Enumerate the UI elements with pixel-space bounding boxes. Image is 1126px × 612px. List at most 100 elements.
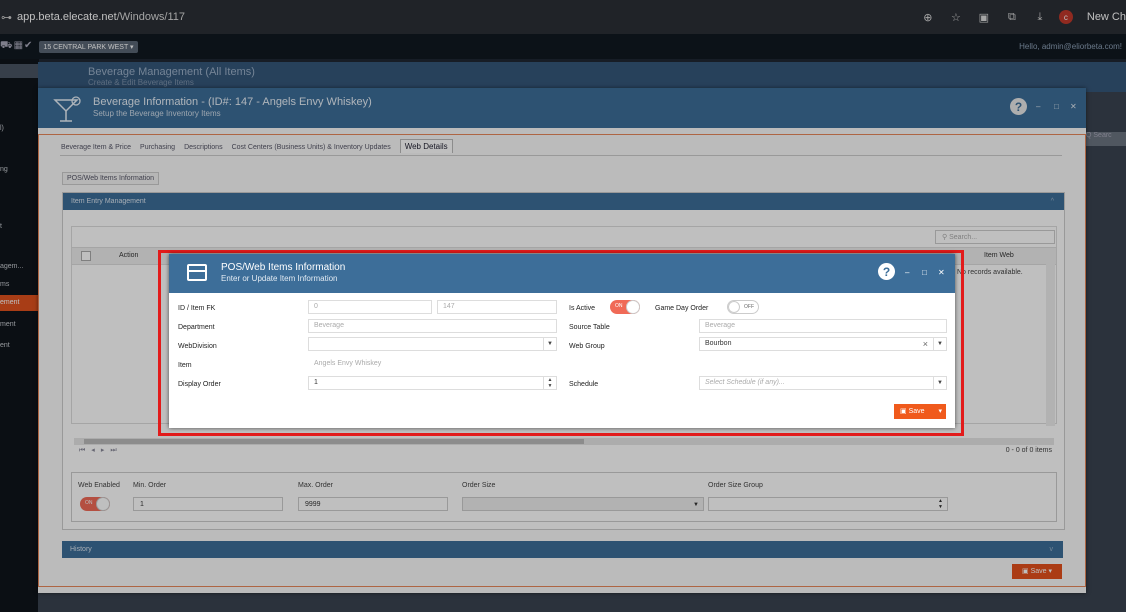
nav-item[interactable]: ent: [0, 342, 10, 349]
toggle-knob: [626, 300, 640, 314]
chevron-down-icon[interactable]: v: [1050, 541, 1054, 558]
schedule-select[interactable]: Select Schedule (if any)... ▼: [699, 376, 947, 390]
user-greeting: Hello, admin@eliorbeta.com!: [1019, 42, 1122, 51]
item-label: Item: [178, 362, 192, 369]
webdivision-select[interactable]: ▼: [308, 337, 557, 351]
zoom-icon[interactable]: ⊕: [917, 11, 939, 24]
tab-beverage-item-price[interactable]: Beverage Item & Price: [61, 142, 131, 153]
item-fk-input[interactable]: 147: [437, 300, 557, 314]
is-active-toggle[interactable]: ON: [610, 300, 640, 314]
toggle-text: ON: [85, 500, 93, 506]
display-order-input[interactable]: 1 ▲ ▼: [308, 376, 557, 390]
max-order-label: Max. Order: [298, 482, 334, 489]
web-enabled-toggle[interactable]: ON: [80, 497, 110, 511]
nav-selected-item[interactable]: [0, 64, 38, 78]
modal-title: POS/Web Items Information: [221, 262, 346, 273]
source-table-label: Source Table: [569, 324, 610, 331]
nav-item[interactable]: ms: [0, 281, 9, 288]
app-top-bar: ⛟▦✔ 15 CENTRAL PARK WEST ▾ Hello, admin@…: [0, 34, 1126, 59]
tab-divider: [60, 155, 1062, 156]
department-input[interactable]: Beverage: [308, 319, 557, 333]
close-icon[interactable]: ✕: [938, 268, 945, 277]
help-icon[interactable]: ?: [1010, 98, 1027, 115]
order-size-select[interactable]: ▼: [462, 497, 704, 511]
minimize-icon[interactable]: –: [905, 268, 909, 277]
column-item-web[interactable]: Item Web: [984, 252, 1014, 259]
min-order-input[interactable]: 1: [133, 497, 283, 511]
vertical-scrollbar[interactable]: [1046, 264, 1055, 426]
history-label: History: [70, 546, 92, 553]
chevron-up-icon[interactable]: ^: [1051, 193, 1054, 210]
column-action[interactable]: Action: [119, 252, 138, 259]
scroll-thumb[interactable]: [84, 439, 584, 444]
window-icon: [187, 264, 207, 281]
tab-purchasing[interactable]: Purchasing: [140, 142, 175, 153]
profile-avatar[interactable]: c: [1058, 10, 1073, 24]
background-window-subtitle: Create & Edit Beverage Items: [88, 78, 194, 87]
nav-item[interactable]: ement: [0, 299, 19, 306]
max-order-input[interactable]: 9999: [298, 497, 448, 511]
web-order-settings: Web Enabled ON Min. Order 1 Max. Order 9…: [71, 472, 1057, 522]
clear-icon[interactable]: ×: [923, 338, 928, 350]
chevron-down-icon[interactable]: ▼: [933, 377, 946, 389]
order-size-group-input[interactable]: ▲ ▼: [708, 497, 948, 511]
panel-header[interactable]: Item Entry Management ^: [63, 193, 1064, 210]
modal-save-button[interactable]: ▣ Save ▾: [894, 404, 946, 419]
maximize-icon[interactable]: □: [1054, 102, 1059, 111]
maximize-icon[interactable]: □: [922, 268, 927, 277]
address-bar[interactable]: app.beta.elecate.net/Windows/117: [17, 11, 185, 23]
cocktail-glass-icon: [53, 96, 81, 122]
history-panel-header[interactable]: History v: [62, 541, 1063, 558]
nav-item[interactable]: ng: [0, 166, 8, 173]
minimize-icon[interactable]: –: [1036, 102, 1040, 111]
min-order-label: Min. Order: [133, 482, 167, 489]
extension-icon[interactable]: ▣: [973, 11, 995, 24]
star-icon[interactable]: ☆: [945, 11, 967, 24]
location-label: 15 CENTRAL PARK WEST: [43, 43, 129, 51]
window-header: Beverage Information - (ID#: 147 - Angel…: [38, 88, 1086, 128]
save-label: Save: [908, 408, 925, 415]
department-label: Department: [178, 324, 215, 331]
save-dropdown-icon[interactable]: ▾: [938, 404, 942, 419]
window-save-button[interactable]: ▣ Save ▾: [1012, 564, 1062, 579]
pager-controls[interactable]: ⏮◂▸⏭: [79, 446, 123, 455]
save-button-label: ▣ Save: [900, 408, 925, 415]
spinner-icon[interactable]: ▲ ▼: [938, 498, 943, 510]
web-group-label: Web Group: [569, 343, 605, 350]
id-input[interactable]: 0: [308, 300, 432, 314]
schedule-placeholder: Select Schedule (if any)...: [705, 379, 785, 386]
close-icon[interactable]: ✕: [1070, 102, 1077, 111]
url-path: /Windows/117: [116, 11, 185, 23]
nav-item[interactable]: t: [0, 223, 2, 230]
nav-item[interactable]: agem...: [0, 263, 23, 270]
new-chrome-tab-label[interactable]: New Ch: [1087, 11, 1126, 23]
item-value: Angels Envy Whiskey: [308, 357, 947, 371]
tab-cost-centers[interactable]: Cost Centers (Business Units) & Inventor…: [232, 142, 391, 153]
location-selector[interactable]: 15 CENTRAL PARK WEST ▾: [39, 40, 138, 53]
puzzle-icon[interactable]: ⧉: [1001, 11, 1023, 24]
source-table-input[interactable]: Beverage: [699, 319, 947, 333]
chevron-down-icon[interactable]: ▼: [543, 338, 556, 350]
pos-web-items-modal: POS/Web Items Information Enter or Updat…: [169, 254, 955, 428]
subtab-pos-web-items[interactable]: POS/Web Items Information: [62, 172, 160, 185]
toolbar-icons[interactable]: ⛟▦✔: [0, 40, 33, 53]
window-subtitle: Setup the Beverage Inventory Items: [93, 109, 221, 118]
download-icon[interactable]: ⤓: [1029, 11, 1051, 24]
game-day-order-toggle[interactable]: OFF: [727, 300, 759, 314]
background-window-title: Beverage Management (All Items): [88, 66, 255, 78]
site-info-icon[interactable]: ⊶: [1, 11, 13, 24]
chevron-down-icon[interactable]: ▼: [933, 338, 946, 350]
web-group-select[interactable]: Bourbon × ▼: [699, 337, 947, 351]
nav-item[interactable]: ment: [0, 321, 16, 328]
spinner-icon[interactable]: ▲ ▼: [543, 377, 556, 389]
horizontal-scrollbar[interactable]: [74, 438, 1054, 445]
modal-header: POS/Web Items Information Enter or Updat…: [169, 254, 955, 293]
tab-web-details[interactable]: Web Details: [399, 139, 453, 153]
select-all-checkbox[interactable]: [81, 251, 91, 261]
help-icon[interactable]: ?: [878, 263, 895, 280]
grid-search-input[interactable]: ⚲ Search...: [935, 230, 1055, 244]
nav-item[interactable]: l): [0, 125, 4, 132]
background-search[interactable]: Q Searc: [1086, 132, 1126, 146]
tab-descriptions[interactable]: Descriptions: [184, 142, 223, 153]
chevron-down-icon[interactable]: ▼: [693, 498, 699, 512]
